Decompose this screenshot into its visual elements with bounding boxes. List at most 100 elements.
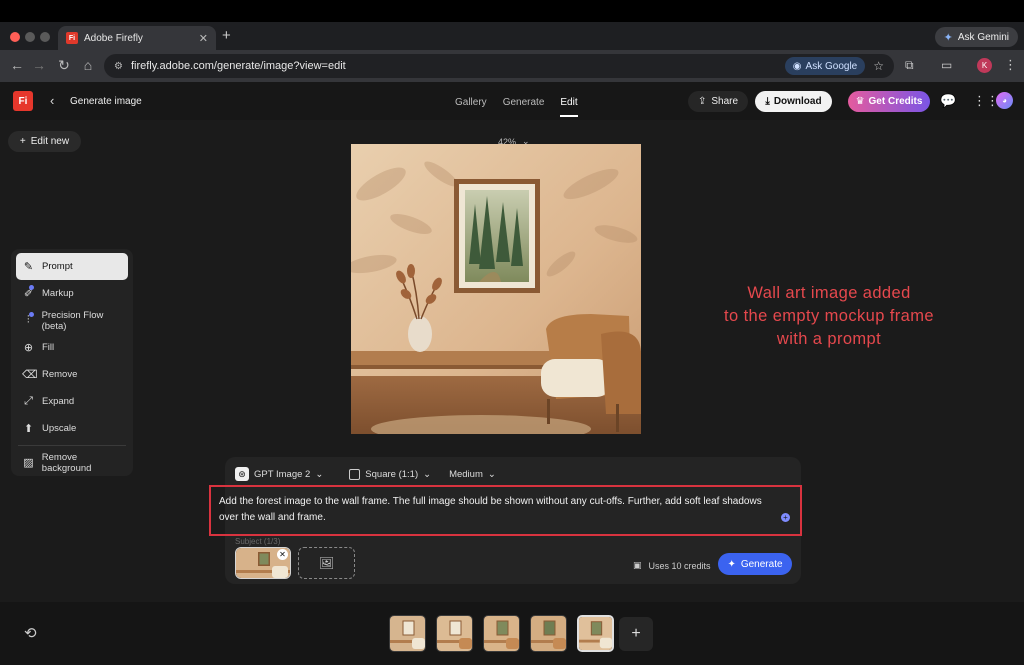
annotation-line: with a prompt [776,330,882,348]
close-window-button[interactable] [10,32,20,42]
history-icon[interactable]: ⟲ [24,624,37,642]
history-thumbnail[interactable] [483,615,520,652]
new-badge-dot [29,285,34,290]
ask-google-label: Ask Google [805,60,858,72]
remove-background-icon: ▨ [23,457,34,469]
tab-gallery[interactable]: Gallery [455,97,487,117]
site-settings-icon[interactable]: ⚙ [114,61,123,72]
browser-tab[interactable]: Fi Adobe Firefly ✕ [58,26,216,50]
tool-fill[interactable]: ⊕ Fill [16,334,128,361]
edit-new-button[interactable]: + Edit new [8,131,81,152]
tool-divider [18,445,126,446]
annotation-line: Wall art image added [747,284,911,302]
tool-label: Remove background [41,451,92,474]
quality-label: Medium [449,468,483,480]
home-icon[interactable]: ⌂ [80,57,96,73]
prompt-input[interactable]: Add the forest image to the wall frame. … [209,485,802,536]
add-reference-image-button[interactable]: 🖼 [298,547,355,579]
url-text[interactable]: firefly.adobe.com/generate/image?view=ed… [131,60,777,72]
new-badge-dot [29,312,34,317]
address-bar[interactable]: ⚙ firefly.adobe.com/generate/image?view=… [104,54,894,78]
remove-reference-icon[interactable]: ✕ [277,549,288,560]
share-label: Share [711,96,739,107]
tool-label: Markup [42,288,74,299]
tab-edit[interactable]: Edit [560,97,578,117]
prompt-panel: ⊛ GPT Image 2 ⌄ Square (1:1) ⌄ Medium ⌄ … [209,457,802,584]
extensions-icon[interactable]: ⧉ [905,58,914,73]
tool-markup[interactable]: ✐ Markup [16,280,128,307]
history-thumbnail-selected[interactable] [577,615,614,652]
model-label: GPT Image 2 [254,468,311,480]
close-tab-icon[interactable]: ✕ [199,32,208,45]
prompt-text[interactable]: Add the forest image to the wall frame. … [219,496,762,523]
profile-avatar[interactable]: K [977,58,992,73]
get-credits-button[interactable]: ♛ Get Credits [848,91,930,112]
tool-label: Upscale [42,423,77,434]
generation-thumbnails [389,615,614,652]
aspect-ratio-selector[interactable]: Square (1:1) ⌄ [349,468,432,480]
fill-icon: ⊕ [23,342,34,354]
maximize-window-button[interactable] [40,32,50,42]
canvas-image[interactable] [351,144,641,434]
download-icon: ⤓ [765,96,770,107]
tab-generate[interactable]: Generate [503,97,545,117]
tool-precision-flow[interactable]: ⫶ Precision Flow (beta) [16,307,128,334]
tool-remove[interactable]: ⌫ Remove [16,361,128,388]
ask-gemini-button[interactable]: ✦ Ask Gemini [934,27,1018,47]
media-cast-icon[interactable]: ▭ [941,58,952,72]
ask-google-button[interactable]: ◉ Ask Google [784,57,866,75]
model-selector[interactable]: ⊛ GPT Image 2 ⌄ [235,467,323,481]
firefly-favicon-icon: Fi [66,32,78,44]
room-mockup-illustration [351,144,641,434]
user-avatar[interactable]: ◕ [996,92,1013,109]
minimize-window-button[interactable] [25,32,35,42]
tool-remove-background[interactable]: ▨ Remove background [16,449,128,476]
history-thumbnail[interactable] [530,615,567,652]
tool-label: Precision Flow (beta) [41,309,104,332]
download-button[interactable]: ⤓ Download [755,91,832,112]
quality-selector[interactable]: Medium ⌄ [449,469,496,480]
crown-icon: ♛ [855,96,865,107]
reload-icon[interactable]: ↻ [56,57,72,74]
edit-tools-panel: ✎ Prompt ✐ Markup ⫶ Precision Flow (beta… [11,249,133,476]
upscale-icon: ⬆ [23,423,34,435]
remove-icon: ⌫ [22,369,38,381]
tab-title: Adobe Firefly [84,32,143,44]
credits-label: Uses 10 credits [648,560,711,571]
tool-label: Fill [42,342,55,353]
bookmark-star-icon[interactable]: ☆ [873,59,884,73]
thumbnail-preview [390,616,425,651]
edit-new-label: Edit new [30,136,70,147]
thumbnail-preview [484,616,519,651]
prompt-suggestion-icon[interactable]: + [781,513,790,522]
tool-upscale[interactable]: ⬆ Upscale [16,415,128,442]
new-tab-icon[interactable]: + [222,27,231,44]
back-arrow-icon[interactable]: ← [9,57,25,73]
gemini-icon: ✦ [943,31,953,44]
browser-toolbar: ← → ↻ ⌂ ⚙ firefly.adobe.com/generate/ima… [0,50,1024,82]
firefly-logo[interactable]: Fi [13,91,33,111]
add-generation-icon[interactable]: + [619,617,653,651]
get-credits-label: Get Credits [868,96,923,107]
annotation-line: to the empty mockup frame [724,307,934,325]
tool-expand[interactable]: ⤢ Expand [16,388,128,415]
back-chevron-icon[interactable]: ‹ [50,93,54,108]
firefly-app: Fi ‹ Generate image Gallery Generate Edi… [0,82,1024,665]
thumbnail-preview [579,617,612,650]
tool-label: Prompt [42,261,73,272]
history-thumbnail[interactable] [436,615,473,652]
history-thumbnail[interactable] [389,615,426,652]
mode-tabs: Gallery Generate Edit [455,97,578,117]
forward-arrow-icon[interactable]: → [31,57,47,73]
browser-menu-icon[interactable]: ⋮ [1004,57,1017,73]
credits-icon: ▣ [633,560,642,570]
share-button[interactable]: ⇪ Share [688,91,748,112]
annotation-text: Wall art image added to the empty mockup… [700,282,958,351]
tool-prompt[interactable]: ✎ Prompt [16,253,128,280]
tool-label: Expand [42,396,75,407]
generate-button[interactable]: ✦ Generate [718,553,792,575]
google-lens-icon: ◉ [792,60,802,72]
feedback-icon[interactable]: 💬 [940,93,956,109]
chevron-down-icon: ⌄ [423,468,432,480]
browser-tab-bar: Fi Adobe Firefly ✕ + ✦ Ask Gemini [0,22,1024,50]
